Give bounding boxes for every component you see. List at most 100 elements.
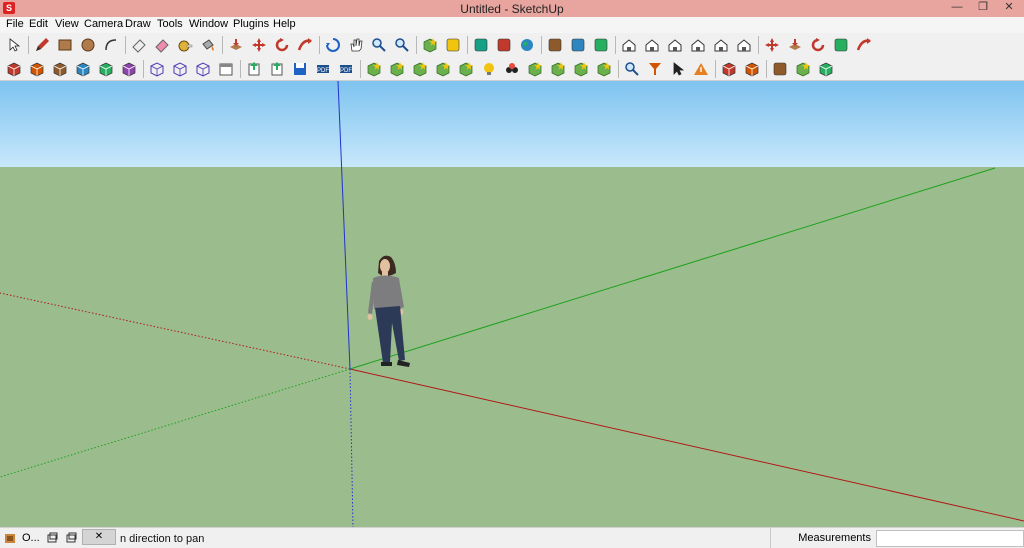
pdf-export-icon[interactable]: PDF — [336, 59, 356, 79]
component-share-icon[interactable] — [568, 35, 588, 55]
toolbar-separator — [416, 36, 417, 54]
measurements-input[interactable] — [876, 530, 1024, 547]
eraser-icon[interactable] — [129, 35, 149, 55]
top-view-icon[interactable] — [642, 35, 662, 55]
right-view-icon[interactable] — [688, 35, 708, 55]
import-icon[interactable] — [267, 59, 287, 79]
backedges-icon[interactable] — [170, 59, 190, 79]
menu-file[interactable]: File — [6, 18, 24, 30]
menu-window[interactable]: Window — [189, 18, 228, 30]
extension-icon[interactable] — [591, 35, 611, 55]
toolbar-separator — [360, 60, 361, 78]
box-hidden-icon[interactable] — [50, 59, 70, 79]
zoom-extents-icon[interactable] — [392, 35, 412, 55]
grid-icon[interactable] — [456, 59, 476, 79]
orbit-icon[interactable] — [323, 35, 343, 55]
scale-figure[interactable] — [367, 255, 411, 367]
svg-text:PDF: PDF — [340, 68, 352, 74]
drawing-viewport[interactable] — [0, 81, 1024, 527]
add-component-icon[interactable] — [433, 59, 453, 79]
pdf-icon[interactable]: PDF — [313, 59, 333, 79]
minimize-icon[interactable]: — — [944, 0, 970, 17]
help-cube-icon[interactable] — [742, 59, 762, 79]
eraser-pink-icon[interactable] — [152, 35, 172, 55]
export-icon[interactable] — [244, 59, 264, 79]
zoom-window-icon[interactable] — [622, 59, 642, 79]
walk-icon[interactable] — [770, 59, 790, 79]
follow-me-icon[interactable] — [295, 35, 315, 55]
share-model-icon[interactable] — [494, 35, 514, 55]
stars-icon[interactable] — [548, 59, 568, 79]
layers-icon[interactable] — [571, 59, 591, 79]
restore-icon[interactable]: ❐ — [970, 0, 996, 17]
google-earth-icon[interactable] — [517, 35, 537, 55]
iso-view-icon[interactable] — [619, 35, 639, 55]
menu-edit[interactable]: Edit — [29, 18, 48, 30]
rectangle-icon[interactable] — [55, 35, 75, 55]
section-plane-icon[interactable] — [793, 59, 813, 79]
component-get-icon[interactable] — [545, 35, 565, 55]
circle-icon[interactable] — [78, 35, 98, 55]
left-view-icon[interactable] — [734, 35, 754, 55]
pencil-line-icon[interactable] — [32, 35, 52, 55]
filter-icon[interactable] — [645, 59, 665, 79]
menu-plugins[interactable]: Plugins — [233, 18, 269, 30]
shadow-icon[interactable] — [410, 59, 430, 79]
cursor-icon[interactable] — [668, 59, 688, 79]
geo-location-icon[interactable] — [4, 532, 16, 544]
arc-icon[interactable] — [101, 35, 121, 55]
terrain-icon[interactable] — [443, 35, 463, 55]
box-pink-icon[interactable] — [73, 59, 93, 79]
wireframe-icon[interactable] — [193, 59, 213, 79]
save-icon[interactable] — [290, 59, 310, 79]
move-icon[interactable] — [249, 35, 269, 55]
outliner-icon[interactable] — [594, 59, 614, 79]
box-shaded-icon[interactable] — [96, 59, 116, 79]
instructor-icon[interactable] — [65, 532, 77, 544]
select-arrow-icon[interactable] — [4, 35, 24, 55]
menu-view[interactable]: View — [55, 18, 79, 30]
push-pull-red-icon[interactable] — [785, 35, 805, 55]
credits-icon[interactable] — [46, 532, 58, 544]
back-view-icon[interactable] — [711, 35, 731, 55]
menu-tools[interactable]: Tools — [157, 18, 183, 30]
section-add-icon[interactable] — [387, 59, 407, 79]
toolbar-separator — [125, 36, 126, 54]
move-red-icon[interactable] — [762, 35, 782, 55]
toolbar-separator — [28, 36, 29, 54]
add-location-icon[interactable] — [420, 35, 440, 55]
section-icon[interactable] — [364, 59, 384, 79]
axes-box-icon[interactable] — [816, 59, 836, 79]
xray-icon[interactable] — [147, 59, 167, 79]
zoom-icon[interactable] — [369, 35, 389, 55]
menu-draw[interactable]: Draw — [125, 18, 151, 30]
toolbar-separator — [467, 36, 468, 54]
scale-icon[interactable] — [831, 35, 851, 55]
rotate-red-icon[interactable] — [808, 35, 828, 55]
get-models-icon[interactable] — [471, 35, 491, 55]
follow-me-red-icon[interactable] — [854, 35, 874, 55]
front-view-icon[interactable] — [665, 35, 685, 55]
glasses-icon[interactable] — [502, 59, 522, 79]
status-message: n direction to pan — [120, 533, 205, 545]
box-textured-icon[interactable] — [27, 59, 47, 79]
push-pull-icon[interactable] — [226, 35, 246, 55]
box-solid-icon[interactable] — [4, 59, 24, 79]
cube-blue-icon[interactable] — [719, 59, 739, 79]
rotate-icon[interactable] — [272, 35, 292, 55]
box-xray-icon[interactable] — [119, 59, 139, 79]
close-panel-button[interactable]: ✕ — [82, 529, 116, 545]
menu-camera[interactable]: Camera — [84, 18, 123, 30]
light-icon[interactable] — [479, 59, 499, 79]
warning-icon[interactable] — [691, 59, 711, 79]
model-info-label[interactable]: O... — [22, 532, 40, 544]
measurements-label: Measurements — [770, 528, 875, 548]
close-icon[interactable]: ✕ — [996, 0, 1022, 17]
network-icon[interactable] — [525, 59, 545, 79]
blue-axis-negative — [349, 368, 354, 527]
paint-bucket-icon[interactable] — [198, 35, 218, 55]
calendar-icon[interactable] — [216, 59, 236, 79]
menu-help[interactable]: Help — [273, 18, 296, 30]
tape-measure-icon[interactable] — [175, 35, 195, 55]
pan-hand-icon[interactable] — [346, 35, 366, 55]
